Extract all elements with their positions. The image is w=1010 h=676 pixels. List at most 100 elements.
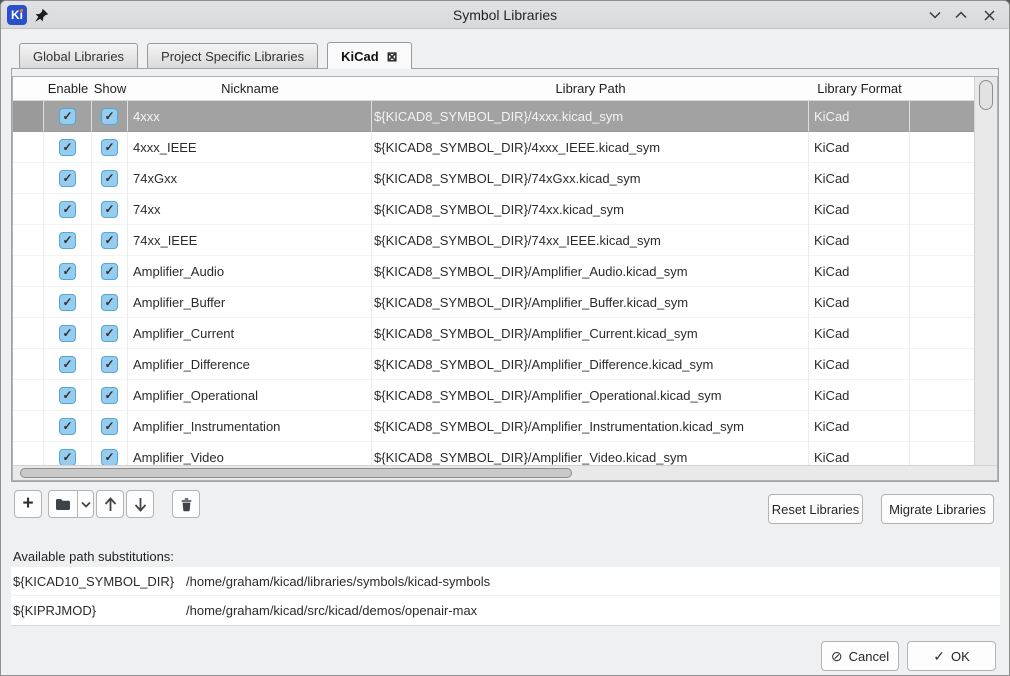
table-row[interactable]: ✓ ✓ Amplifier_Video ${KICAD8_SYMBOL_DIR}… bbox=[13, 442, 974, 465]
horizontal-scrollbar-thumb[interactable] bbox=[20, 468, 572, 478]
library-format-cell[interactable]: KiCad bbox=[809, 225, 910, 256]
show-checkbox[interactable]: ✓ bbox=[101, 294, 118, 311]
library-path-cell[interactable]: ${KICAD8_SYMBOL_DIR}/Amplifier_Instrumen… bbox=[372, 411, 809, 442]
nickname-cell[interactable]: 74xx_IEEE bbox=[128, 225, 372, 256]
enable-checkbox[interactable]: ✓ bbox=[59, 294, 76, 311]
titlebar[interactable]: Ki Symbol Libraries bbox=[1, 1, 1009, 29]
library-format-cell[interactable]: KiCad bbox=[809, 194, 910, 225]
row-header[interactable] bbox=[13, 287, 44, 318]
library-path-cell[interactable]: ${KICAD8_SYMBOL_DIR}/4xxx.kicad_sym bbox=[372, 101, 809, 132]
nickname-cell[interactable]: Amplifier_Audio bbox=[128, 256, 372, 287]
migrate-libraries-button[interactable]: Migrate Libraries bbox=[881, 494, 994, 524]
tab[interactable]: Global Libraries ⊠ bbox=[19, 43, 138, 68]
enable-checkbox[interactable]: ✓ bbox=[59, 201, 76, 218]
tab-close-icon[interactable]: ⊠ bbox=[387, 50, 398, 63]
nickname-cell[interactable]: 74xx bbox=[128, 194, 372, 225]
nickname-cell[interactable]: Amplifier_Current bbox=[128, 318, 372, 349]
tab[interactable]: Project Specific Libraries ⊠ bbox=[147, 43, 318, 68]
vertical-scrollbar-thumb[interactable] bbox=[979, 80, 993, 110]
delete-library-button[interactable] bbox=[172, 490, 200, 518]
library-format-cell[interactable]: KiCad bbox=[809, 318, 910, 349]
table-row[interactable]: ✓ ✓ Amplifier_Instrumentation ${KICAD8_S… bbox=[13, 411, 974, 442]
nickname-cell[interactable]: Amplifier_Video bbox=[128, 442, 372, 465]
nickname-cell[interactable]: 4xxx_IEEE bbox=[128, 132, 372, 163]
nickname-cell[interactable]: 4xxx bbox=[128, 101, 372, 132]
nickname-cell[interactable]: Amplifier_Operational bbox=[128, 380, 372, 411]
nickname-column-header[interactable]: Nickname bbox=[128, 81, 372, 96]
table-row[interactable]: ✓ ✓ 74xGxx ${KICAD8_SYMBOL_DIR}/74xGxx.k… bbox=[13, 163, 974, 194]
row-header[interactable] bbox=[13, 318, 44, 349]
browse-dropdown-button[interactable] bbox=[78, 490, 94, 518]
move-down-button[interactable] bbox=[126, 490, 154, 518]
enable-checkbox[interactable]: ✓ bbox=[59, 449, 76, 466]
table-row[interactable]: ✓ ✓ 4xxx_IEEE ${KICAD8_SYMBOL_DIR}/4xxx_… bbox=[13, 132, 974, 163]
library-path-cell[interactable]: ${KICAD8_SYMBOL_DIR}/4xxx_IEEE.kicad_sym bbox=[372, 132, 809, 163]
enable-column-header[interactable]: Enable bbox=[44, 81, 92, 96]
nickname-cell[interactable]: Amplifier_Instrumentation bbox=[128, 411, 372, 442]
add-library-button[interactable]: + bbox=[14, 490, 42, 518]
enable-checkbox[interactable]: ✓ bbox=[59, 139, 76, 156]
enable-checkbox[interactable]: ✓ bbox=[59, 387, 76, 404]
library-path-cell[interactable]: ${KICAD8_SYMBOL_DIR}/Amplifier_Operation… bbox=[372, 380, 809, 411]
library-path-cell[interactable]: ${KICAD8_SYMBOL_DIR}/Amplifier_Video.kic… bbox=[372, 442, 809, 465]
table-row[interactable]: ✓ ✓ Amplifier_Buffer ${KICAD8_SYMBOL_DIR… bbox=[13, 287, 974, 318]
browse-folder-button[interactable] bbox=[48, 490, 78, 518]
cancel-button[interactable]: ⊘ Cancel bbox=[821, 641, 899, 671]
library-path-column-header[interactable]: Library Path bbox=[372, 81, 809, 96]
library-format-cell[interactable]: KiCad bbox=[809, 101, 910, 132]
table-row[interactable]: ✓ ✓ Amplifier_Difference ${KICAD8_SYMBOL… bbox=[13, 349, 974, 380]
show-checkbox[interactable]: ✓ bbox=[101, 263, 118, 280]
show-column-header[interactable]: Show bbox=[92, 81, 128, 96]
show-checkbox[interactable]: ✓ bbox=[101, 356, 118, 373]
tab[interactable]: KiCad ⊠ bbox=[327, 42, 411, 69]
enable-checkbox[interactable]: ✓ bbox=[59, 356, 76, 373]
table-row[interactable]: ✓ ✓ Amplifier_Current ${KICAD8_SYMBOL_DI… bbox=[13, 318, 974, 349]
table-row[interactable]: ✓ ✓ Amplifier_Operational ${KICAD8_SYMBO… bbox=[13, 380, 974, 411]
show-checkbox[interactable]: ✓ bbox=[101, 449, 118, 466]
library-path-cell[interactable]: ${KICAD8_SYMBOL_DIR}/Amplifier_Differenc… bbox=[372, 349, 809, 380]
enable-checkbox[interactable]: ✓ bbox=[59, 108, 76, 125]
library-format-cell[interactable]: KiCad bbox=[809, 256, 910, 287]
move-up-button[interactable] bbox=[96, 490, 124, 518]
row-header[interactable] bbox=[13, 349, 44, 380]
row-header[interactable] bbox=[13, 442, 44, 465]
vertical-scrollbar[interactable] bbox=[974, 77, 997, 465]
nickname-cell[interactable]: Amplifier_Difference bbox=[128, 349, 372, 380]
row-header[interactable] bbox=[13, 411, 44, 442]
row-header[interactable] bbox=[13, 132, 44, 163]
horizontal-scrollbar[interactable] bbox=[13, 465, 997, 480]
library-format-cell[interactable]: KiCad bbox=[809, 442, 910, 465]
library-path-cell[interactable]: ${KICAD8_SYMBOL_DIR}/74xGxx.kicad_sym bbox=[372, 163, 809, 194]
library-path-cell[interactable]: ${KICAD8_SYMBOL_DIR}/Amplifier_Buffer.ki… bbox=[372, 287, 809, 318]
enable-checkbox[interactable]: ✓ bbox=[59, 325, 76, 342]
library-format-cell[interactable]: KiCad bbox=[809, 380, 910, 411]
library-format-cell[interactable]: KiCad bbox=[809, 163, 910, 194]
show-checkbox[interactable]: ✓ bbox=[101, 418, 118, 435]
enable-checkbox[interactable]: ✓ bbox=[59, 232, 76, 249]
nickname-cell[interactable]: 74xGxx bbox=[128, 163, 372, 194]
show-checkbox[interactable]: ✓ bbox=[101, 108, 118, 125]
library-path-cell[interactable]: ${KICAD8_SYMBOL_DIR}/74xx_IEEE.kicad_sym bbox=[372, 225, 809, 256]
show-checkbox[interactable]: ✓ bbox=[101, 201, 118, 218]
table-row[interactable]: ✓ ✓ 74xx ${KICAD8_SYMBOL_DIR}/74xx.kicad… bbox=[13, 194, 974, 225]
ok-button[interactable]: ✓ OK bbox=[907, 641, 996, 671]
row-header[interactable] bbox=[13, 225, 44, 256]
nickname-cell[interactable]: Amplifier_Buffer bbox=[128, 287, 372, 318]
reset-libraries-button[interactable]: Reset Libraries bbox=[768, 494, 863, 524]
enable-checkbox[interactable]: ✓ bbox=[59, 418, 76, 435]
show-checkbox[interactable]: ✓ bbox=[101, 325, 118, 342]
table-row[interactable]: ✓ ✓ Amplifier_Audio ${KICAD8_SYMBOL_DIR}… bbox=[13, 256, 974, 287]
library-format-cell[interactable]: KiCad bbox=[809, 287, 910, 318]
library-format-cell[interactable]: KiCad bbox=[809, 132, 910, 163]
table-row[interactable]: ✓ ✓ 4xxx ${KICAD8_SYMBOL_DIR}/4xxx.kicad… bbox=[13, 101, 974, 132]
row-header[interactable] bbox=[13, 101, 44, 132]
table-row[interactable]: ✓ ✓ 74xx_IEEE ${KICAD8_SYMBOL_DIR}/74xx_… bbox=[13, 225, 974, 256]
row-header[interactable] bbox=[13, 194, 44, 225]
show-checkbox[interactable]: ✓ bbox=[101, 170, 118, 187]
close-icon[interactable] bbox=[981, 7, 997, 23]
maximize-icon[interactable] bbox=[953, 7, 969, 23]
show-checkbox[interactable]: ✓ bbox=[101, 232, 118, 249]
library-path-cell[interactable]: ${KICAD8_SYMBOL_DIR}/Amplifier_Current.k… bbox=[372, 318, 809, 349]
library-path-cell[interactable]: ${KICAD8_SYMBOL_DIR}/Amplifier_Audio.kic… bbox=[372, 256, 809, 287]
library-format-cell[interactable]: KiCad bbox=[809, 349, 910, 380]
